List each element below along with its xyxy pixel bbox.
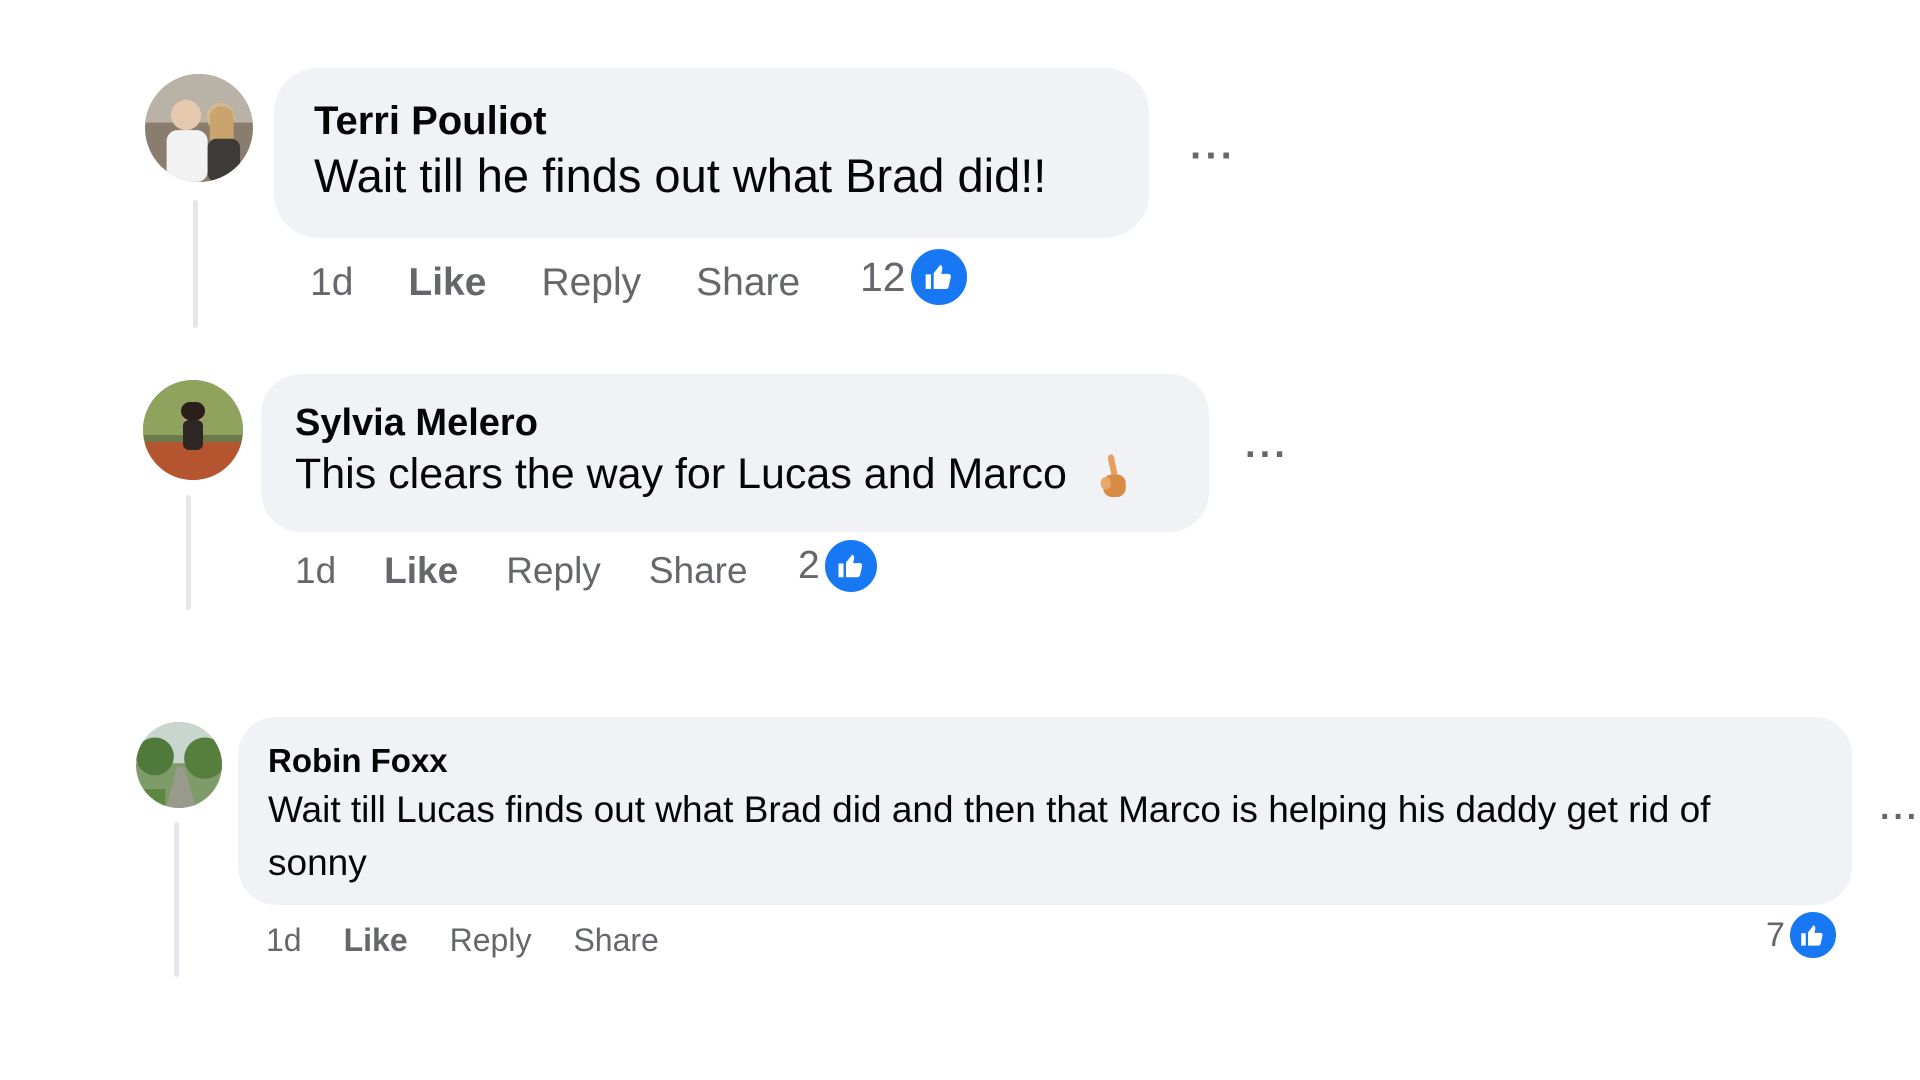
comment-3: Robin Foxx Wait till Lucas finds out wha… [0,0,1920,1000]
avatar[interactable] [136,722,222,808]
timestamp[interactable]: 1d [266,922,302,959]
thumbs-up-icon [1786,909,1839,961]
comment-actions: 1d Like Reply Share [266,918,659,962]
reaction-count: 7 [1766,915,1785,954]
reaction-summary[interactable]: 7 [1766,909,1839,961]
thread-line [174,822,179,977]
comment-bubble: Robin Foxx Wait till Lucas finds out wha… [238,717,1852,905]
share-button[interactable]: Share [573,922,658,959]
reply-button[interactable]: Reply [450,922,532,959]
comments-section: Terri Pouliot Wait till he finds out wha… [0,0,1920,1080]
more-options-icon[interactable]: ··· [1880,800,1920,834]
avatar-image [136,722,222,808]
like-button[interactable]: Like [344,922,408,959]
comment-text: Wait till Lucas finds out what Brad did … [268,789,1711,883]
comment-author[interactable]: Robin Foxx [268,739,1822,783]
